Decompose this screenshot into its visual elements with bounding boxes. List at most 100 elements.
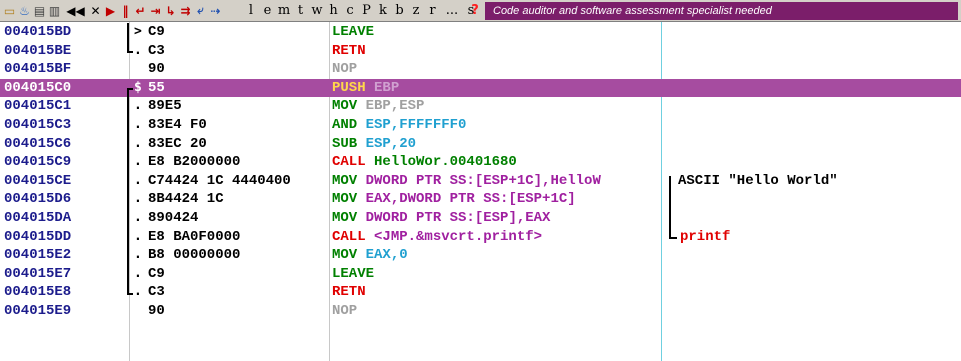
window-button-more[interactable]: ... <box>442 2 462 19</box>
flow-marker: . <box>134 42 142 58</box>
operands: ESP,FFFFFFF0 <box>357 117 467 133</box>
flow-marker: . <box>134 191 142 207</box>
mnemonic: MOV <box>332 210 358 226</box>
disassembly-cell: LEAVE <box>332 265 661 284</box>
window-button-b[interactable]: b <box>393 2 407 19</box>
address-cell: 004015E7 <box>4 265 72 282</box>
disassembly-cell: AND ESP,FFFFFFF0 <box>332 116 661 135</box>
listing-row[interactable]: 004015C3. 83E4 F0 AND ESP,FFFFFFF0 <box>0 116 961 135</box>
flow-marker: . <box>134 265 142 281</box>
mnemonic: AND <box>332 117 358 133</box>
step-into-icon[interactable]: ↵ <box>133 2 148 19</box>
function-bracket-foot <box>127 292 133 295</box>
listing-row[interactable]: 004015D6. 8B4424 1C MOV EAX,DWORD PTR SS:[… <box>0 190 961 209</box>
pause-icon[interactable]: ‖ <box>118 2 133 19</box>
mnemonic: NOP <box>332 303 358 319</box>
flow-marker: . <box>134 135 142 151</box>
hex-dump-cell: C9 <box>148 265 165 282</box>
window-button-t[interactable]: t <box>294 2 308 19</box>
mnemonic: MOV <box>332 98 358 115</box>
window-button-l[interactable]: l <box>244 2 258 19</box>
close-icon[interactable]: ✕ <box>88 2 103 19</box>
disassembly-cell: MOV DWORD PTR SS:[ESP],EAX <box>332 209 661 228</box>
disassembly-cell: CALL HelloWor.00401680 <box>332 153 661 172</box>
flow-marker: . <box>134 98 142 114</box>
listing-row[interactable]: 004015C9. E8 B2000000 CALL HelloWor.004016… <box>0 153 961 172</box>
address-cell: 004015C1 <box>4 98 72 115</box>
comment-bracket-foot <box>669 236 677 239</box>
jump-bracket-upper <box>127 23 129 51</box>
window-button-P[interactable]: P <box>360 2 374 19</box>
cpu-icon[interactable]: ▥ <box>47 2 62 19</box>
hex-dump-cell: C3 <box>148 284 165 301</box>
listing-row[interactable]: 004015BE. C3 RETN <box>0 42 961 61</box>
listing-row[interactable]: 004015E8. C3 RETN <box>0 283 961 302</box>
listing-row[interactable]: 004015BD > C9 LEAVE <box>0 23 961 42</box>
execute-till-return-icon[interactable]: ⤶ <box>193 2 208 19</box>
flow-marker: . <box>134 284 142 300</box>
restart-icon[interactable]: ♨ <box>17 2 32 19</box>
listing-row[interactable]: 004015E9 90 NOP <box>0 302 961 321</box>
address-cell: 004015E8 <box>4 284 72 301</box>
window-button-k[interactable]: k <box>376 2 390 19</box>
listing-row[interactable]: 004015C0 $55 PUSH EBP <box>0 78 961 98</box>
disassembly-cell: CALL <JMP.&msvcrt.printf> <box>332 228 661 247</box>
comment-bracket <box>669 175 671 237</box>
listing-row[interactable]: 004015DA. 890424 MOV DWORD PTR SS:[ESP],EA… <box>0 209 961 228</box>
operands: <JMP.&msvcrt.printf> <box>365 228 543 245</box>
rewind-icon[interactable]: ◀◀ <box>66 2 84 19</box>
listing-row[interactable]: 004015C6. 83EC 20 SUB ESP,20 <box>0 135 961 154</box>
open-icon[interactable]: ▭ <box>2 2 17 19</box>
disassembly-cell: MOV EAX,DWORD PTR SS:[ESP+1C] <box>332 190 661 209</box>
address-cell: 004015E2 <box>4 247 72 264</box>
jump-bracket-upper-foot <box>127 50 133 53</box>
hex-dump-cell: E8 B2000000 <box>148 154 241 171</box>
disassembly-cell: NOP <box>332 60 661 79</box>
address-cell: 004015BF <box>4 61 72 78</box>
hex-dump-cell: 890424 <box>148 210 199 226</box>
flow-marker: $ <box>134 79 142 95</box>
listing-row[interactable]: 004015BF 90 NOP <box>0 60 961 79</box>
listing-row[interactable]: 004015E2. B8 00000000 MOV EAX,0 <box>0 246 961 265</box>
memory-icon[interactable]: ▤ <box>32 2 47 19</box>
help-button[interactable]: ? <box>469 2 481 19</box>
trace-into-icon[interactable]: ↳ <box>163 2 178 19</box>
address-cell: 004015E9 <box>4 303 72 319</box>
mnemonic: PUSH <box>332 79 366 96</box>
operands: DWORD PTR SS:[ESP],EAX <box>357 210 551 226</box>
listing-row[interactable]: 004015E7. C9 LEAVE <box>0 265 961 284</box>
operands: ESP,20 <box>357 135 417 152</box>
listing-row[interactable]: 004015DD. E8 BA0F0000 CALL <JMP.&msvcrt.pr… <box>0 228 961 247</box>
function-bracket <box>127 88 129 293</box>
flow-marker: . <box>134 117 142 132</box>
hex-dump-cell: 83E4 F0 <box>148 117 207 133</box>
go-to-icon[interactable]: ⇢ <box>208 2 223 19</box>
disassembly-listing[interactable]: 004015BD > C9 LEAVE 004015BE. C3 RETN 004015BF 9… <box>0 22 961 361</box>
ad-banner[interactable]: Code auditor and software assessment spe… <box>485 2 958 20</box>
window-button-r[interactable]: r <box>426 2 440 19</box>
window-button-h[interactable]: h <box>327 2 341 19</box>
listing-row[interactable]: 004015C1. 89E5 MOV EBP,ESP <box>0 97 961 116</box>
mnemonic: RETN <box>332 284 366 301</box>
address-cell: 004015BE <box>4 42 72 59</box>
mnemonic: MOV <box>332 172 358 189</box>
mnemonic: MOV <box>332 247 358 264</box>
listing-row[interactable]: 004015CE. C74424 1C 4440400 MOV DWORD PTR … <box>0 172 961 191</box>
hex-dump-cell: 55 <box>148 79 165 96</box>
window-button-c[interactable]: c <box>343 2 357 19</box>
flow-marker: . <box>134 228 142 244</box>
trace-over-icon[interactable]: ⇉ <box>178 2 193 19</box>
hex-dump-cell: E8 BA0F0000 <box>148 228 241 245</box>
step-over-icon[interactable]: ⇥ <box>148 2 163 19</box>
run-icon[interactable]: ▶ <box>103 2 118 19</box>
mnemonic: SUB <box>332 135 358 152</box>
mnemonic: RETN <box>332 42 366 59</box>
window-button-e[interactable]: e <box>261 2 275 19</box>
disassembly-cell: SUB ESP,20 <box>332 135 661 154</box>
disassembly-cell: NOP <box>332 302 661 321</box>
disassembly-cell: RETN <box>332 42 661 61</box>
window-button-z[interactable]: z <box>409 2 423 19</box>
window-button-m[interactable]: m <box>277 2 291 19</box>
window-button-w[interactable]: w <box>310 2 324 19</box>
hex-dump-cell: C3 <box>148 42 165 59</box>
